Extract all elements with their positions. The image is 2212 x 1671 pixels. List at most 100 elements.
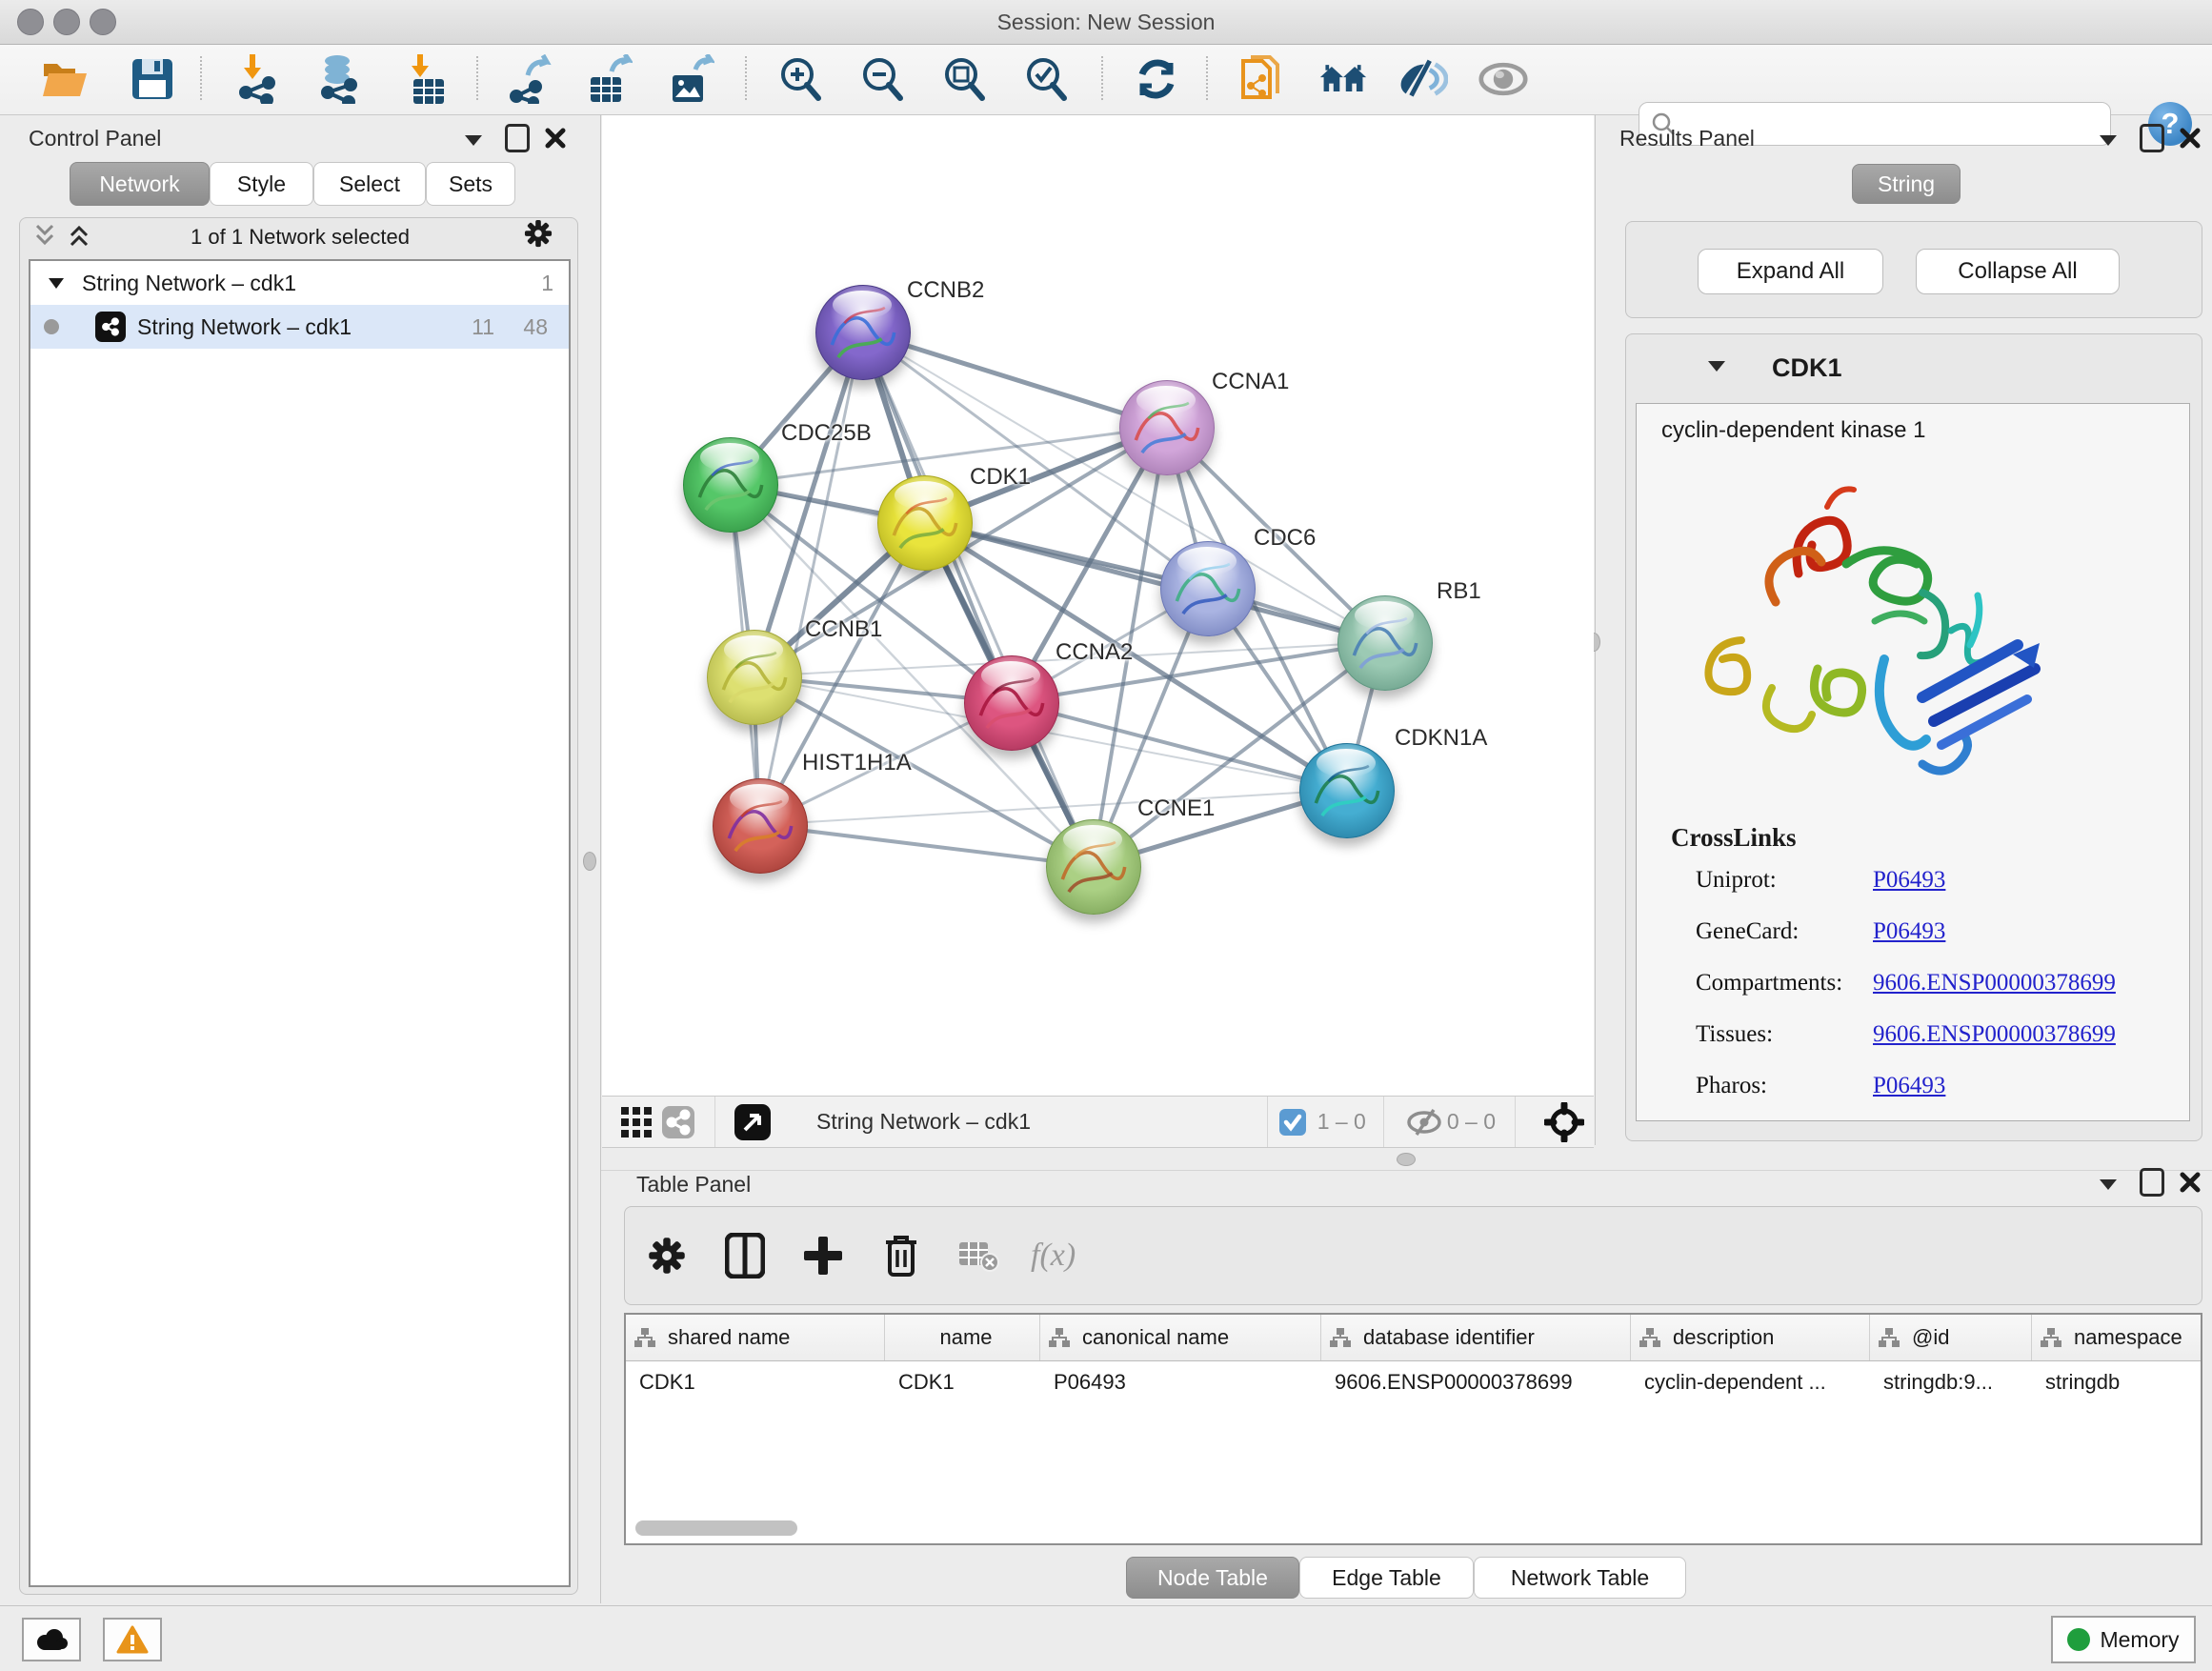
results-panel-menu-icon[interactable]: [2094, 126, 2122, 154]
memory-button[interactable]: Memory: [2051, 1616, 2196, 1663]
export-table-icon[interactable]: [585, 54, 634, 104]
crosslink-link[interactable]: P06493: [1873, 918, 1945, 944]
network-node-cdkn1a[interactable]: [1299, 743, 1395, 838]
network-edge-HIST1H1A-CCNE1[interactable]: [759, 825, 1093, 866]
open-folder-icon[interactable]: [40, 54, 90, 104]
crosslink-link[interactable]: P06493: [1873, 867, 1945, 893]
expand-all-networks-icon[interactable]: [65, 221, 93, 250]
panel-divider[interactable]: [1595, 114, 1596, 1145]
panel-divider[interactable]: [601, 1170, 2212, 1171]
import-table-icon[interactable]: [402, 54, 452, 104]
column-header-shared-name[interactable]: shared name: [626, 1315, 885, 1360]
tab-sets[interactable]: Sets: [426, 162, 515, 206]
network-node-cdc25b[interactable]: [683, 437, 778, 533]
table-panel-close-icon[interactable]: [2176, 1168, 2204, 1197]
table-row[interactable]: CDK1CDK1P064939606.ENSP00000378699cyclin…: [626, 1360, 2202, 1404]
table-horizontal-scrollbar[interactable]: [635, 1520, 797, 1536]
control-panel-menu-icon[interactable]: [459, 126, 488, 154]
show-columns-icon[interactable]: [718, 1229, 772, 1282]
network-view-canvas[interactable]: CCNB2CCNA1CDC25BCDK1CDC6RB1CCNB1CCNA2CDK…: [602, 115, 1594, 1096]
zoom-out-icon[interactable]: [857, 54, 907, 104]
selected-checkbox-icon[interactable]: [1268, 1096, 1317, 1149]
panel-divider[interactable]: [600, 114, 601, 1603]
network-edge-CCNB2-CCNE1[interactable]: [862, 332, 1093, 866]
birds-eye-view-icon[interactable]: [731, 1096, 774, 1149]
network-collection-row[interactable]: String Network – cdk1 1: [30, 261, 569, 305]
tab-edge-table[interactable]: Edge Table: [1299, 1557, 1474, 1599]
export-network-icon[interactable]: [505, 54, 554, 104]
crosslink-link[interactable]: 9606.ENSP00000378699: [1873, 1021, 2116, 1047]
import-network-database-icon[interactable]: [314, 54, 364, 104]
hide-graphics-details-icon[interactable]: [1398, 54, 1448, 104]
expand-all-button[interactable]: Expand All: [1698, 249, 1883, 294]
warnings-button[interactable]: [103, 1618, 162, 1661]
tab-string[interactable]: String: [1852, 164, 1961, 204]
tab-select[interactable]: Select: [313, 162, 426, 206]
node-gloss: [981, 661, 1040, 690]
network-node-ccna2[interactable]: [964, 655, 1059, 751]
table-panel-float-icon[interactable]: [2138, 1168, 2166, 1197]
collapse-all-networks-icon[interactable]: [30, 221, 59, 250]
crosslink-link[interactable]: P06493: [1873, 1073, 1945, 1098]
grid-view-icon[interactable]: [615, 1096, 657, 1149]
node-gloss: [895, 481, 954, 510]
zoom-fit-icon[interactable]: [939, 54, 989, 104]
column-header-database-identifier[interactable]: database identifier: [1321, 1315, 1631, 1360]
cloud-services-button[interactable]: [22, 1618, 81, 1661]
entry-collapse-icon[interactable]: [1702, 352, 1731, 380]
export-image-icon[interactable]: [667, 54, 716, 104]
node-label-ccne1: CCNE1: [1137, 795, 1215, 822]
function-builder-icon[interactable]: f(x): [1031, 1238, 1076, 1274]
network-node-hist1h1a[interactable]: [713, 778, 808, 874]
table-panel-menu-icon[interactable]: [2094, 1170, 2122, 1198]
table-settings-gear-icon[interactable]: [640, 1229, 694, 1282]
tab-network-table[interactable]: Network Table: [1474, 1557, 1686, 1599]
column-header--id[interactable]: @id: [1870, 1315, 2032, 1360]
table-panel-title: Table Panel: [636, 1172, 751, 1198]
network-node-cdk1[interactable]: [877, 475, 973, 571]
import-network-file-icon[interactable]: [234, 54, 284, 104]
network-row-selected[interactable]: String Network – cdk1 11 48: [30, 305, 569, 349]
network-node-rb1[interactable]: [1337, 595, 1433, 691]
fit-selected-crosshair-icon[interactable]: [1535, 1096, 1594, 1149]
column-header-namespace[interactable]: namespace: [2032, 1315, 2202, 1360]
network-node-cdc6[interactable]: [1160, 541, 1256, 636]
results-panel-float-icon[interactable]: [2138, 124, 2166, 152]
splitter-handle[interactable]: [1397, 1153, 1416, 1166]
home-pages-icon[interactable]: [1318, 54, 1368, 104]
collapse-all-button[interactable]: Collapse All: [1916, 249, 2120, 294]
network-options-gear-icon[interactable]: [524, 219, 553, 248]
apply-layout-refresh-icon[interactable]: [1132, 54, 1181, 104]
tab-style[interactable]: Style: [210, 162, 313, 206]
network-node-ccne1[interactable]: [1046, 819, 1141, 915]
entry-detail-panel: cyclin-dependent kinase 1 CrossLinks Uni…: [1636, 403, 2190, 1121]
hidden-eye-icon[interactable]: [1401, 1096, 1447, 1149]
column-header-name[interactable]: name: [885, 1315, 1040, 1360]
column-header-canonical-name[interactable]: canonical name: [1040, 1315, 1321, 1360]
shared-column-icon: [2040, 1327, 2062, 1348]
splitter-handle[interactable]: [583, 852, 596, 871]
network-selection-summary: 1 of 1 Network selected: [114, 225, 486, 250]
control-panel-title: Control Panel: [29, 126, 161, 151]
column-header-description[interactable]: description: [1631, 1315, 1870, 1360]
network-node-ccna1[interactable]: [1119, 380, 1215, 475]
control-panel-float-icon[interactable]: [503, 124, 532, 152]
tab-node-table[interactable]: Node Table: [1126, 1557, 1299, 1599]
control-panel-close-icon[interactable]: [541, 124, 570, 152]
crosslink-link[interactable]: 9606.ENSP00000378699: [1873, 970, 2116, 996]
save-icon[interactable]: [128, 54, 177, 104]
share-view-icon[interactable]: [657, 1096, 699, 1149]
shared-column-icon: [633, 1327, 656, 1348]
zoom-in-icon[interactable]: [775, 54, 825, 104]
show-graphics-details-icon[interactable]: [1478, 54, 1528, 104]
add-column-icon[interactable]: [796, 1229, 850, 1282]
shared-column-icon: [1639, 1327, 1661, 1348]
tab-network[interactable]: Network: [70, 162, 210, 206]
network-node-ccnb2[interactable]: [815, 285, 911, 380]
delete-table-icon[interactable]: [953, 1229, 1006, 1282]
results-panel-close-icon[interactable]: [2176, 124, 2204, 152]
zoom-selected-icon[interactable]: [1021, 54, 1071, 104]
network-node-ccnb1[interactable]: [707, 630, 802, 725]
delete-column-trash-icon[interactable]: [875, 1229, 928, 1282]
string-document-icon[interactable]: [1238, 54, 1288, 104]
